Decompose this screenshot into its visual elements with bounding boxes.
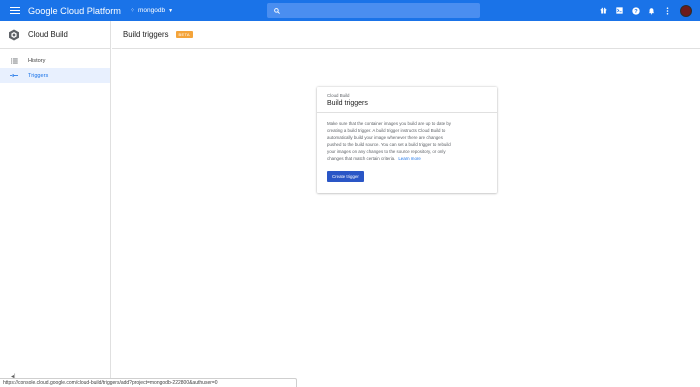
card-line-last: changes that match certain criteria. Lear… [327,156,487,163]
cloud-shell-icon[interactable] [615,6,624,15]
sidebar-title: Cloud Build [28,30,68,39]
cloud-build-logo-icon [9,29,19,40]
card-line: your images on any changes to the source… [327,148,446,154]
empty-state-card: Cloud Build Build triggers Make sure tha… [317,87,497,193]
top-app-bar: Google Cloud Platform ⁘ mongodb ▼ ? [0,0,700,21]
hamburger-menu-icon[interactable] [10,7,20,14]
learn-more-link[interactable]: Learn more [398,156,420,161]
page-header: Build triggers BETA [112,21,700,49]
sidebar: Cloud Build History Triggers ◂| [0,21,111,387]
card-line: changes that match certain criteria. [327,155,396,161]
sidebar-item-triggers[interactable]: Triggers [0,68,110,83]
card-title: Build triggers [327,100,368,107]
card-line: creating a build trigger. A build trigge… [327,127,446,133]
create-trigger-button[interactable]: Create trigger [327,171,364,182]
help-icon[interactable]: ? [631,6,640,15]
sidebar-item-label: Triggers [28,72,49,79]
card-line: pushed to the build source. You can set … [327,141,451,147]
project-selector[interactable]: ⁘ mongodb ▼ [130,7,173,14]
project-name: mongodb [137,7,166,14]
top-actions: ? [592,0,692,21]
page-title: Build triggers [123,30,169,39]
search-icon [274,7,280,14]
card-description: Make sure that the container images you … [317,113,497,162]
card-eyebrow: Cloud Build [327,93,350,98]
list-icon [10,58,18,64]
card-line: Make sure that the container images you … [327,121,451,126]
sidebar-header: Cloud Build [0,21,110,49]
sidebar-item-history[interactable]: History [0,53,110,68]
chevron-down-icon: ▼ [168,7,174,14]
app-title[interactable]: Google Cloud Platform [28,6,121,16]
sidebar-item-label: History [28,57,46,64]
search-input[interactable] [267,3,480,18]
card-line: automatically build your image whenever … [327,134,443,140]
status-url-bar: https://console.cloud.google.com/cloud-b… [0,378,297,387]
gift-icon[interactable] [599,6,608,15]
triggers-icon [10,73,18,78]
beta-badge: BETA [175,31,193,38]
more-vert-icon[interactable] [663,6,672,15]
account-avatar[interactable] [680,4,692,17]
project-dots-icon: ⁘ [129,8,135,14]
svg-text:?: ? [634,9,638,15]
notifications-icon[interactable] [647,6,656,15]
card-header: Cloud Build Build triggers [317,87,497,113]
